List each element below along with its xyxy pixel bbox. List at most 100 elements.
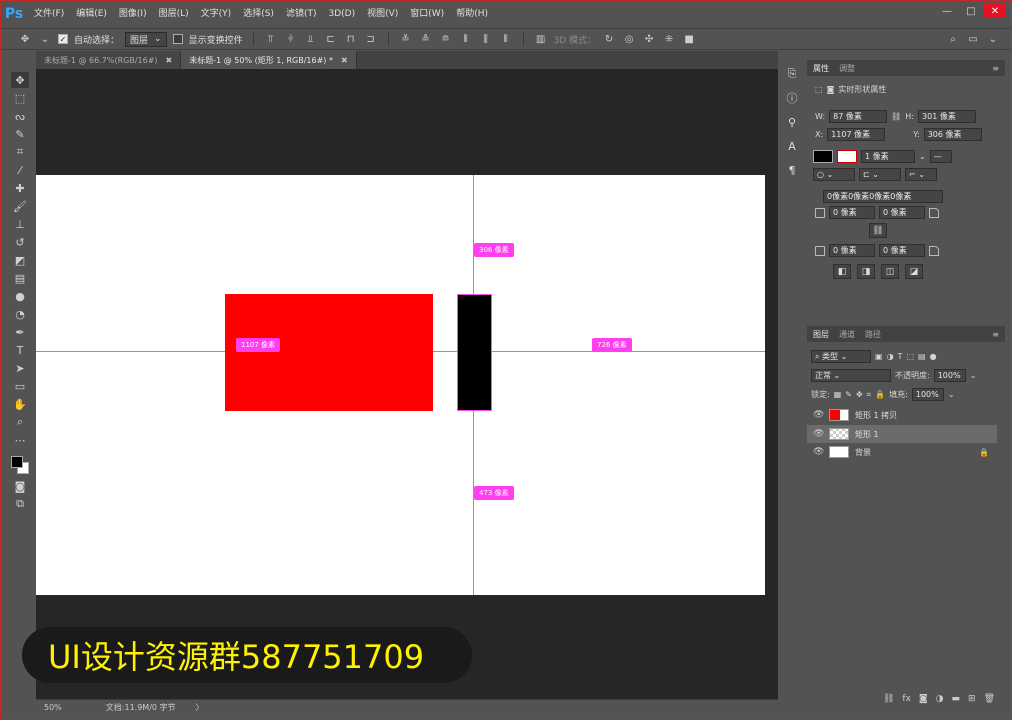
link-layers-icon[interactable]: ⛓: [883, 694, 894, 710]
auto-select-dropdown[interactable]: 图层 ⌄: [125, 31, 167, 47]
opacity-field[interactable]: 100%: [933, 369, 966, 382]
auto-align-icon[interactable]: ▥: [534, 32, 548, 46]
new-layer-icon[interactable]: ⊞: [968, 694, 976, 710]
move-tool-icon[interactable]: ✥: [18, 32, 32, 46]
blend-mode-dropdown[interactable]: 正常 ⌄: [811, 369, 891, 382]
corner-tl-field[interactable]: 0 像素: [829, 206, 875, 219]
type-tool-icon[interactable]: T: [11, 342, 29, 358]
character-panel-icon[interactable]: A: [784, 138, 800, 154]
search-icon[interactable]: ⌕: [946, 32, 960, 46]
path-exclude-icon[interactable]: ◪: [905, 264, 923, 279]
quick-mask-icon[interactable]: ◙: [11, 478, 29, 494]
menu-layer[interactable]: 图层(L): [153, 0, 195, 28]
height-field[interactable]: 301 像素: [918, 110, 977, 123]
tab-layers[interactable]: 图层: [813, 329, 829, 340]
path-subtract-icon[interactable]: ◨: [857, 264, 875, 279]
corner-br-field[interactable]: 0 像素: [879, 244, 925, 257]
link-icon[interactable]: ⛓: [891, 112, 901, 121]
quick-select-tool-icon[interactable]: ✎: [11, 126, 29, 142]
stroke-corners-dropdown[interactable]: ⌐ ⌄: [905, 168, 937, 181]
y-field[interactable]: 306 像素: [923, 128, 982, 141]
healing-tool-icon[interactable]: ✚: [11, 180, 29, 196]
crop-tool-icon[interactable]: ⌗: [11, 144, 29, 160]
close-icon[interactable]: ✖: [166, 56, 173, 65]
eyedropper-tool-icon[interactable]: ⁄: [11, 162, 29, 178]
zoom-level[interactable]: 50%: [44, 703, 62, 712]
3d-roll-icon[interactable]: ◎: [622, 32, 636, 46]
panel-menu-icon[interactable]: ≡: [992, 330, 999, 339]
align-vcenter-icon[interactable]: ⫩: [284, 32, 298, 46]
chevron-down-icon[interactable]: ⌄: [38, 32, 52, 46]
color-swatches[interactable]: [9, 454, 31, 476]
x-field[interactable]: 1107 像素: [827, 128, 886, 141]
filter-toggle-icon[interactable]: ●: [930, 352, 937, 361]
zoom-tool-icon[interactable]: ⌕: [11, 414, 29, 430]
filter-pixel-icon[interactable]: ▣: [875, 352, 883, 361]
menu-filter[interactable]: 滤镜(T): [280, 0, 323, 28]
tab-channels[interactable]: 通道: [839, 329, 855, 340]
menu-edit[interactable]: 编辑(E): [70, 0, 113, 28]
paragraph-panel-icon[interactable]: ¶: [784, 162, 800, 178]
canvas-area[interactable]: 306 像素 1107 像素 726 像素 473 像素: [36, 69, 778, 699]
3d-pan-icon[interactable]: ✣: [642, 32, 656, 46]
status-arrow[interactable]: 〉: [196, 702, 204, 713]
3d-rotate-icon[interactable]: ↻: [602, 32, 616, 46]
distribute-vcenter-icon[interactable]: ≙: [419, 32, 433, 46]
blur-tool-icon[interactable]: ●: [11, 288, 29, 304]
menu-file[interactable]: 文件(F): [28, 0, 70, 28]
minimize-button[interactable]: —: [936, 4, 958, 18]
marquee-tool-icon[interactable]: ⬚: [11, 90, 29, 106]
tab-properties[interactable]: 属性: [813, 63, 829, 74]
eye-icon[interactable]: 👁: [813, 429, 824, 439]
chevron-down-icon[interactable]: ⌄: [948, 390, 955, 399]
filter-type-icon[interactable]: T: [898, 352, 903, 361]
corner-tr-field[interactable]: 0 像素: [879, 206, 925, 219]
eye-icon[interactable]: 👁: [813, 447, 824, 457]
brush-presets-icon[interactable]: ⚲: [784, 114, 800, 130]
layer-row[interactable]: 👁 矩形 1 拷贝: [807, 406, 997, 424]
link-corners-icon[interactable]: ⛓: [869, 223, 887, 238]
document-canvas[interactable]: 306 像素 1107 像素 726 像素 473 像素: [36, 175, 765, 595]
path-combine-icon[interactable]: ◧: [833, 264, 851, 279]
eye-icon[interactable]: 👁: [813, 410, 824, 420]
black-rectangle-layer[interactable]: [457, 294, 492, 411]
menu-type[interactable]: 文字(Y): [195, 0, 238, 28]
eraser-tool-icon[interactable]: ◩: [11, 252, 29, 268]
lasso-tool-icon[interactable]: ᔓ: [11, 108, 29, 124]
distribute-right-icon[interactable]: ⫴: [499, 32, 513, 46]
filter-adjust-icon[interactable]: ◑: [887, 352, 894, 361]
close-button[interactable]: ✕: [984, 4, 1006, 18]
trash-icon[interactable]: 🗑: [984, 694, 995, 710]
align-top-icon[interactable]: ⫪: [264, 32, 278, 46]
close-icon[interactable]: ✖: [341, 56, 348, 65]
gradient-tool-icon[interactable]: ▤: [11, 270, 29, 286]
hand-tool-icon[interactable]: ✋: [11, 396, 29, 412]
align-left-icon[interactable]: ⊏: [324, 32, 338, 46]
history-brush-tool-icon[interactable]: ↺: [11, 234, 29, 250]
panel-menu-icon[interactable]: ≡: [992, 64, 999, 73]
tab-document-1[interactable]: 未标题-1 @ 66.7%(RGB/16#) ✖: [36, 51, 182, 69]
fill-color-swatch[interactable]: [813, 150, 833, 163]
fill-field[interactable]: 100%: [911, 388, 944, 401]
move-tool-icon[interactable]: ✥: [11, 72, 29, 88]
menu-window[interactable]: 窗口(W): [404, 0, 450, 28]
history-panel-icon[interactable]: ⎘: [784, 66, 800, 82]
3d-camera-icon[interactable]: ■: [682, 32, 696, 46]
menu-select[interactable]: 选择(S): [237, 0, 280, 28]
lock-all-icon[interactable]: 🔒: [875, 390, 885, 399]
new-group-icon[interactable]: ▬: [952, 694, 961, 710]
restore-button[interactable]: □: [960, 4, 982, 18]
chevron-down-icon[interactable]: ⌄: [919, 152, 926, 161]
filter-smart-icon[interactable]: ▤: [918, 352, 926, 361]
all-corners-field[interactable]: 0像素0像素0像素0像素: [823, 190, 943, 203]
stroke-type-dropdown[interactable]: —: [929, 150, 952, 163]
distribute-bottom-icon[interactable]: ≘: [439, 32, 453, 46]
distribute-left-icon[interactable]: ⦀: [459, 32, 473, 46]
red-rectangle-layer[interactable]: [225, 294, 433, 411]
distribute-top-icon[interactable]: ≚: [399, 32, 413, 46]
stroke-caps-dropdown[interactable]: ⊏ ⌄: [859, 168, 901, 181]
stroke-width-field[interactable]: 1 像素: [861, 150, 915, 163]
foreground-color-swatch[interactable]: [11, 456, 23, 468]
layer-style-icon[interactable]: fx: [902, 694, 911, 710]
filter-shape-icon[interactable]: ⬚: [906, 352, 914, 361]
